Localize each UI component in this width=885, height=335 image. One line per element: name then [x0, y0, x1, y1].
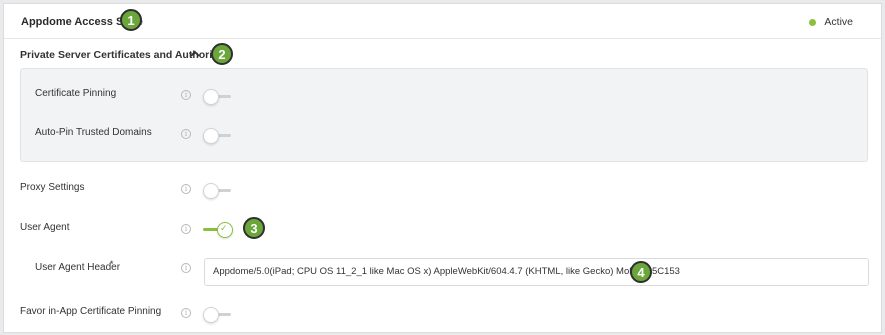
callout-badge-2: 2	[211, 43, 233, 65]
status-label: Active	[824, 16, 853, 28]
user-agent-header-label: User Agent Header	[35, 262, 121, 273]
toggle-knob	[203, 183, 219, 199]
callout-badge-4: 4	[630, 261, 652, 283]
auto-pin-label: Auto-Pin Trusted Domains	[35, 127, 152, 138]
callout-badge-1: 1	[120, 9, 142, 31]
user-agent-toggle[interactable]: ✓	[203, 222, 233, 238]
auto-pin-toggle[interactable]	[203, 128, 233, 144]
info-icon[interactable]: i	[181, 263, 191, 273]
user-agent-label: User Agent	[20, 222, 70, 233]
info-icon[interactable]: i	[181, 308, 191, 318]
status-indicator: Active	[809, 16, 853, 28]
check-icon: ✓	[220, 223, 228, 233]
settings-panel: Appdome Access Suite Active Private Serv…	[3, 3, 882, 333]
chevron-up-icon[interactable]	[189, 49, 201, 59]
required-asterisk: *	[110, 259, 114, 269]
favor-in-app-label: Favor in-App Certificate Pinning	[20, 306, 162, 317]
info-icon[interactable]: i	[181, 184, 191, 194]
info-icon[interactable]: i	[181, 224, 191, 234]
certificate-pinning-label: Certificate Pinning	[35, 88, 117, 99]
toggle-knob	[203, 128, 219, 144]
toggle-knob	[203, 307, 219, 323]
callout-badge-3: 3	[243, 217, 265, 239]
favor-in-app-toggle[interactable]	[203, 307, 233, 323]
toggle-knob	[203, 89, 219, 105]
proxy-settings-label: Proxy Settings	[20, 182, 85, 193]
section-subpanel	[20, 68, 868, 162]
status-dot-icon	[809, 18, 817, 26]
user-agent-header-input[interactable]: Appdome/5.0(iPad; CPU OS 11_2_1 like Mac…	[204, 258, 869, 286]
certificate-pinning-toggle[interactable]	[203, 89, 233, 105]
info-icon[interactable]: i	[181, 129, 191, 139]
info-icon[interactable]: i	[181, 90, 191, 100]
proxy-settings-toggle[interactable]	[203, 183, 233, 199]
